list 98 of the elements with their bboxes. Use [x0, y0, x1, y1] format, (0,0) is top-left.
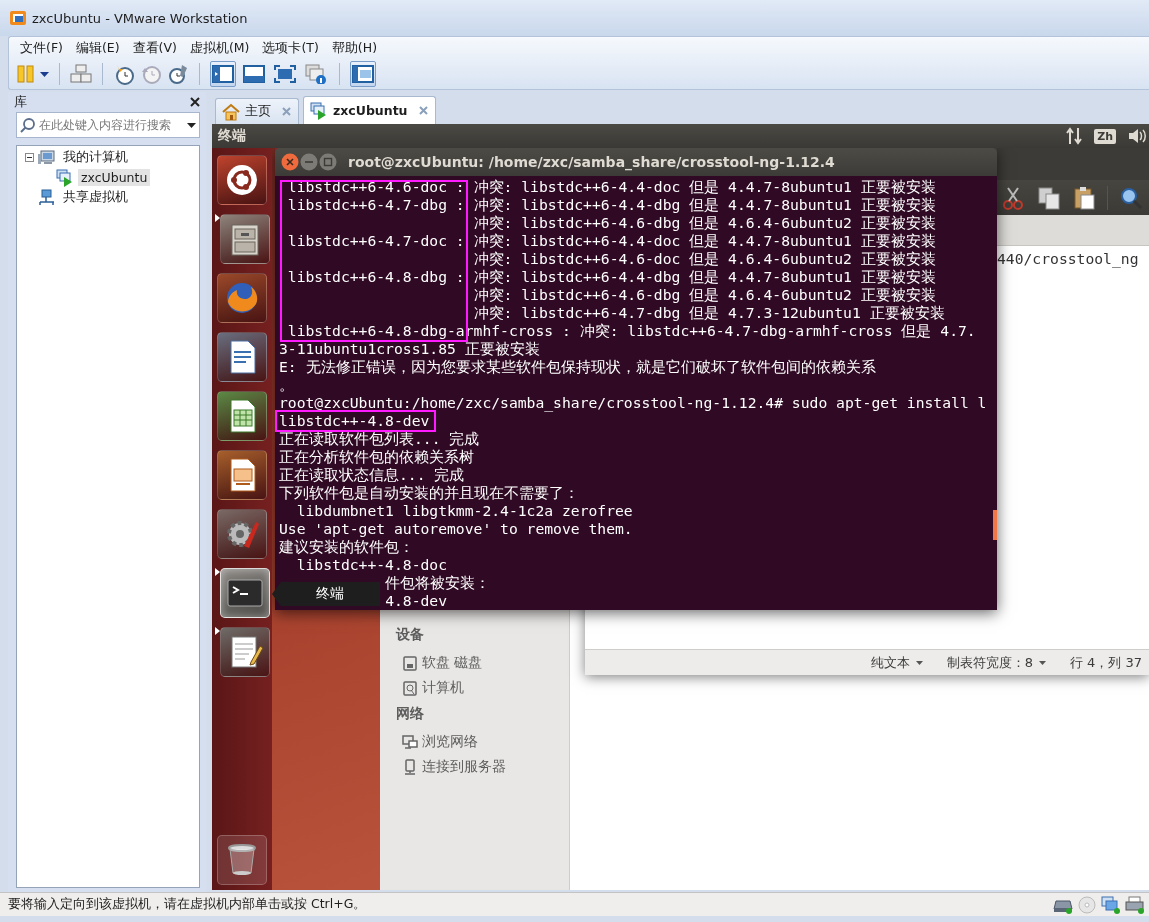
terminal-line: 冲突: libstdc++6-4.6-doc 但是 4.6.4-6ubuntu2 正要被安装 [473, 250, 936, 268]
terminal-line: 冲突: libstdc++6-4.6-dbg 但是 4.6.4-6ubuntu2 正要被安装 [473, 214, 936, 232]
terminal-line: 正在读取软件包列表... 完成 [279, 430, 480, 448]
scissors-icon[interactable] [1002, 185, 1026, 210]
menu-item[interactable]: 选项卡(T) [262, 39, 319, 57]
panel-app-title: 终端 [218, 127, 246, 145]
window-title: root@zxcUbuntu: /home/zxc/samba_share/crosstool-ng-1.12.4 [348, 154, 835, 170]
network-adapter-icon[interactable] [1101, 895, 1121, 914]
scroll-indicator [993, 510, 997, 540]
menu-item[interactable]: 虚拟机(M) [189, 39, 250, 57]
bottom-bar-view-icon [243, 64, 265, 84]
launcher-button[interactable] [217, 332, 267, 382]
sidebar-item[interactable]: 连接到服务器 [380, 757, 569, 777]
panel-title: 库 [14, 93, 27, 111]
terminal-line: libstdc++-4.8-dev [279, 412, 430, 430]
status-message: 要将输入定向到该虚拟机，请在虚拟机内部单击或按 Ctrl+G。 [8, 896, 367, 913]
terminal-line: E: 无法修正错误，因为您要求某些软件包保持现状，就是它们破坏了软件包间的依赖关系 [279, 358, 876, 376]
server-icon [402, 759, 418, 775]
computer-icon [402, 680, 418, 696]
view-mode-button[interactable] [210, 61, 236, 87]
launcher-button[interactable] [217, 835, 267, 885]
caret-icon[interactable] [40, 71, 49, 77]
search-icon [20, 117, 36, 133]
tab[interactable]: zxcUbuntu [303, 96, 436, 124]
terminal-line: 下列软件包是自动安装的并且现在不需要了： [279, 484, 579, 502]
minimize-icon[interactable] [300, 153, 318, 171]
printer-icon[interactable] [1125, 895, 1145, 914]
thumbnail-bar-button[interactable] [350, 61, 376, 87]
terminal-line: Use 'apt-get autoremove' to remove them. [279, 520, 633, 538]
up-down-arrows-icon[interactable] [1066, 127, 1083, 145]
share-icon [38, 188, 56, 207]
launcher-tooltip: 终端 [272, 582, 380, 606]
menu-item[interactable]: 帮助(H) [331, 39, 377, 57]
fullscreen-icon [274, 64, 296, 84]
launcher-button[interactable] [219, 568, 270, 618]
house-icon [222, 102, 240, 121]
app-logo-icon [10, 10, 26, 26]
status-item[interactable]: 纯文本 [870, 653, 923, 672]
terminal-line: 4.8-dev [385, 592, 448, 610]
terminal-line: 正在读取状态信息... 完成 [279, 466, 465, 484]
menu-item[interactable]: 文件(F) [20, 39, 63, 57]
launcher-button[interactable] [217, 509, 267, 559]
terminal-line: libstdc++6-4.7-doc : 冲突: libstdc++6-4.4-doc 但是 4.4.7-8ubuntu1 正要被安装 [287, 232, 936, 250]
launcher-button[interactable] [219, 214, 270, 264]
vm-icon [56, 168, 74, 187]
terminal-line: root@zxcUbuntu:/home/zxc/samba_share/crosstool-ng-1.12.4# sudo apt-get install l [279, 394, 987, 412]
input-method-indicator[interactable]: Zh [1094, 128, 1116, 144]
speaker-icon[interactable] [1128, 128, 1146, 144]
terminal-output[interactable] [275, 176, 997, 610]
network-icon [402, 734, 418, 750]
window-title: zxcUbuntu - VMware Workstation [32, 10, 248, 26]
terminal-line: 正在分析软件包的依赖关系树 [279, 448, 474, 466]
paste-icon[interactable] [1072, 185, 1096, 210]
terminal-line: 建议安装的软件包： [279, 538, 414, 556]
search-field[interactable]: 在此处键入内容进行搜索 [16, 112, 200, 138]
copy-icon[interactable] [1037, 185, 1061, 210]
status-item[interactable]: 制表符宽度：8 [946, 653, 1046, 672]
terminal-line: libstdc++6-4.8-dbg : 冲突: libstdc++6-4.4-dbg 但是 4.4.7-8ubuntu1 正要被安装 [287, 268, 936, 286]
maximize-icon[interactable] [319, 153, 337, 171]
tree-item[interactable]: 共享虚拟机 [60, 188, 131, 207]
terminal-line: libstdc++-4.8-doc [296, 556, 447, 574]
tree-item[interactable]: zxcUbuntu [78, 169, 151, 186]
section-header: 网络 [395, 704, 425, 723]
tab[interactable]: 主页 [215, 98, 299, 124]
terminal-line: libstdc++6-4.6-doc : 冲突: libstdc++6-4.4-doc 但是 4.4.7-8ubuntu1 正要被安装 [287, 178, 936, 196]
tree-item[interactable]: 我的计算机 [60, 148, 131, 167]
sidebar-item[interactable]: 计算机 [380, 678, 569, 698]
editor-text: 440/crosstool_ng [997, 250, 1139, 268]
launcher-button[interactable] [217, 155, 267, 205]
computer-icon [38, 148, 56, 167]
terminal-line: 冲突: libstdc++6-4.7-dbg 但是 4.7.3-12ubuntu1 正要被安装 [473, 304, 945, 322]
close-icon[interactable] [190, 97, 200, 107]
launcher-button[interactable] [219, 627, 270, 677]
terminal-line: 冲突: libstdc++6-4.6-dbg 但是 4.6.4-6ubuntu2 正要被安装 [473, 286, 936, 304]
clock-wrench-icon[interactable] [167, 63, 189, 85]
console-view-icon [212, 64, 234, 84]
menu-item[interactable]: 编辑(E) [75, 39, 120, 57]
view-mode-button[interactable] [303, 61, 329, 87]
caret-icon[interactable] [187, 122, 196, 128]
terminal-line: libstdc++6-4.7-dbg : 冲突: libstdc++6-4.4-dbg 但是 4.4.7-8ubuntu1 正要被安装 [287, 196, 936, 214]
drive-icon [402, 655, 418, 671]
windows-info-icon [305, 64, 327, 84]
sidebar-item[interactable]: 软盘 磁盘 [380, 653, 569, 673]
terminal-line: 。 [279, 376, 294, 394]
keyboard-keys-icon[interactable] [70, 64, 92, 84]
section-header: 设备 [394, 625, 425, 644]
sidebar-item[interactable]: 浏览网络 [380, 732, 569, 752]
expander-icon[interactable] [25, 153, 34, 162]
menu-item[interactable]: 查看(V) [132, 39, 177, 57]
terminal-line: 件包将被安装： [385, 574, 491, 592]
launcher-button[interactable] [217, 391, 267, 441]
vm-icon [310, 101, 328, 120]
terminal-line: libdumbnet1 libgtkmm-2.4-1c2a zerofree [296, 502, 633, 520]
status-item: 行 4，列 37 [1069, 653, 1142, 672]
launcher-button[interactable] [217, 450, 267, 500]
thumbnail-bar-icon [352, 65, 374, 83]
search-icon[interactable] [1119, 185, 1143, 210]
terminal-line: 3-11ubuntu1cross1.85 正要被安装 [279, 340, 540, 358]
